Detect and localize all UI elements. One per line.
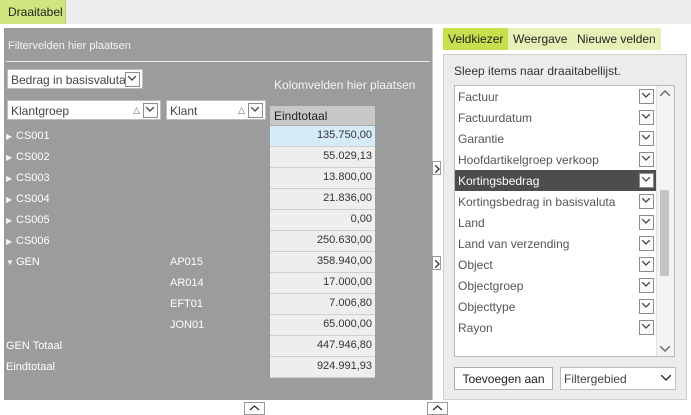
title-bar	[0, 0, 691, 24]
row-header[interactable]: ▶ CS002	[6, 151, 50, 163]
row-header[interactable]: ▶ CS001	[6, 130, 50, 142]
row-field-label: Klant	[170, 104, 198, 118]
sub-row-header[interactable]: EFT01	[170, 298, 203, 310]
data-field-selector[interactable]: Bedrag in basisvaluta	[7, 69, 143, 89]
chevron-down-icon[interactable]	[639, 131, 654, 146]
row-field-label: Klantgroep	[11, 104, 70, 118]
chevron-down-icon[interactable]	[639, 299, 654, 314]
row-header[interactable]: ▶ CS004	[6, 193, 50, 205]
field-item[interactable]: Factuurdatum	[455, 107, 657, 128]
value-cell[interactable]: 924.991,93	[270, 357, 375, 378]
target-area-label: Filtergebied	[564, 372, 627, 386]
field-item[interactable]: Objecttype	[455, 296, 657, 317]
bottom-resize-handles[interactable]	[244, 402, 448, 415]
value-cell[interactable]: 250.630,00	[270, 231, 375, 252]
pivot-divider	[432, 28, 433, 400]
field-item[interactable]: Land	[455, 212, 657, 233]
chooser-tabs: Veldkiezer Weergave Nieuwe velden	[443, 28, 661, 50]
chevron-down-icon[interactable]	[639, 257, 654, 272]
expand-icon[interactable]: ▶	[6, 132, 16, 141]
value-cell[interactable]: 0,00	[270, 210, 375, 231]
collapse-handle-top[interactable]	[432, 161, 441, 175]
expand-icon[interactable]: ▶	[6, 174, 16, 183]
tab-draaitabel[interactable]: Draaitabel	[0, 0, 66, 24]
value-cell[interactable]: 135.750,00	[270, 126, 375, 147]
tab-weergave[interactable]: Weergave	[508, 28, 572, 50]
chevron-down-icon[interactable]	[639, 278, 654, 293]
field-item[interactable]: Object	[455, 254, 657, 275]
value-cell[interactable]: 7.006,80	[270, 294, 375, 315]
value-cell[interactable]: 358.940,00	[270, 252, 375, 273]
sub-row-header[interactable]: AP015	[170, 256, 203, 268]
tab-veldkiezer[interactable]: Veldkiezer	[443, 28, 509, 50]
row-header[interactable]: ▶ CS005	[6, 214, 50, 226]
row-field-klantgroep[interactable]: Klantgroep △	[7, 100, 161, 120]
grand-total-row-header: Eindtotaal	[6, 361, 55, 373]
target-area-select[interactable]: Filtergebied	[560, 367, 676, 390]
field-item[interactable]: Factuur	[455, 86, 657, 107]
column-area-label: Kolomvelden hier plaatsen	[274, 78, 416, 92]
sub-row-header[interactable]: JON01	[170, 319, 204, 331]
scrollbar[interactable]	[656, 86, 674, 356]
chevron-down-icon[interactable]	[639, 173, 654, 188]
row-field-klant[interactable]: Klant △	[166, 100, 266, 120]
value-cell[interactable]: 13.800,00	[270, 168, 375, 189]
sub-row-header[interactable]: AR014	[170, 277, 204, 289]
expand-icon[interactable]: ▶	[6, 216, 16, 225]
field-item[interactable]: Hoofdartikelgroep verkoop	[455, 149, 657, 170]
field-item[interactable]: Kortingsbedrag in basisvaluta	[455, 191, 657, 212]
tab-nieuwe-velden[interactable]: Nieuwe velden	[572, 28, 661, 50]
field-item[interactable]: Objectgroep	[455, 275, 657, 296]
collapse-icon[interactable]: ▼	[6, 258, 16, 267]
value-cell[interactable]: 21.836,00	[270, 189, 375, 210]
chevron-down-icon[interactable]	[659, 372, 672, 385]
chevron-down-icon[interactable]	[143, 103, 158, 118]
field-item[interactable]: Garantie	[455, 128, 657, 149]
chevron-down-icon[interactable]	[248, 103, 263, 118]
row-header[interactable]: ▶ CS003	[6, 172, 50, 184]
chevron-down-icon[interactable]	[639, 89, 654, 104]
value-cell[interactable]: 55.029,13	[270, 147, 375, 168]
value-cell[interactable]: 65.000,00	[270, 315, 375, 336]
value-cell[interactable]: 447.946,80	[270, 336, 375, 357]
chevron-up-icon[interactable]	[660, 90, 670, 96]
grand-total-header: Eindtotaal	[270, 106, 375, 126]
chevron-down-icon[interactable]	[125, 72, 140, 87]
data-field-label: Bedrag in basisvaluta	[11, 73, 126, 87]
expand-icon[interactable]: ▶	[6, 195, 16, 204]
field-list[interactable]: Factuur Factuurdatum Garantie Hoofdartik…	[454, 85, 675, 357]
chevron-down-icon[interactable]	[639, 110, 654, 125]
expand-icon[interactable]: ▶	[6, 153, 16, 162]
field-item-selected[interactable]: Kortingsbedrag	[455, 170, 657, 191]
row-header[interactable]: ▼ GEN	[6, 256, 40, 268]
chevron-down-icon[interactable]	[639, 194, 654, 209]
chooser-hint: Sleep items naar draaitabellijst.	[454, 64, 621, 78]
field-item[interactable]: Land van verzending	[455, 233, 657, 254]
expand-icon[interactable]: ▶	[6, 237, 16, 246]
chevron-down-icon[interactable]	[660, 346, 670, 352]
chevron-down-icon[interactable]	[639, 152, 654, 167]
sort-icon[interactable]: △	[133, 105, 140, 116]
chevron-down-icon[interactable]	[639, 215, 654, 230]
value-cell[interactable]: 17.000,00	[270, 273, 375, 294]
sort-icon[interactable]: △	[238, 105, 245, 116]
chevron-down-icon[interactable]	[639, 236, 654, 251]
subtotal-row-header: GEN Totaal	[6, 340, 63, 352]
filter-area-label: Filtervelden hier plaatsen	[8, 40, 131, 52]
collapse-handle-bottom[interactable]	[432, 256, 441, 270]
scroll-thumb[interactable]	[660, 190, 669, 276]
field-item[interactable]: Rayon	[455, 317, 657, 338]
row-header[interactable]: ▶ CS006	[6, 235, 50, 247]
filter-separator	[6, 61, 430, 62]
add-to-button[interactable]: Toevoegen aan	[454, 367, 553, 390]
chevron-down-icon[interactable]	[639, 320, 654, 335]
